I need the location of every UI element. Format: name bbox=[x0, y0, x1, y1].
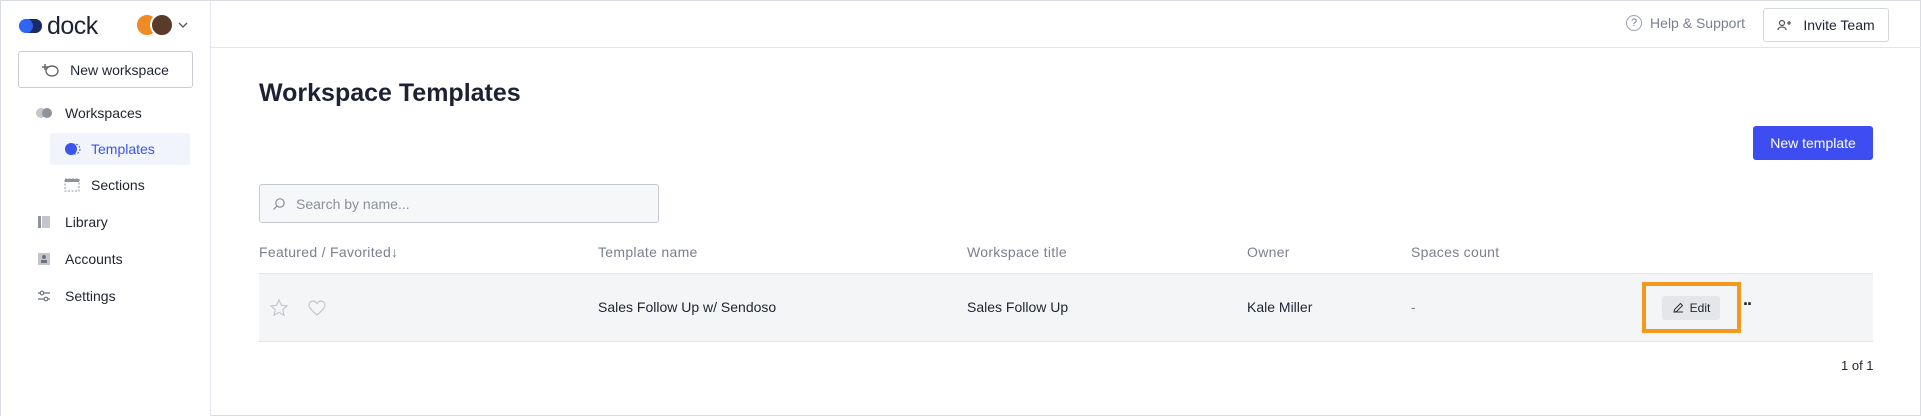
sidebar-item-library[interactable]: Library bbox=[35, 207, 195, 237]
invite-team-button[interactable]: Invite Team bbox=[1763, 8, 1889, 42]
pencil-icon bbox=[1673, 302, 1683, 313]
new-template-button[interactable]: New template bbox=[1753, 126, 1873, 160]
more-options-icon[interactable]: ·· bbox=[1743, 295, 1753, 313]
pagination-label: 1 of 1 bbox=[1841, 358, 1874, 373]
column-header-workspace-title[interactable]: Workspace title bbox=[967, 244, 1067, 260]
search-icon bbox=[273, 197, 285, 210]
help-icon: ? bbox=[1626, 15, 1643, 31]
edit-button[interactable]: Edit bbox=[1662, 296, 1720, 320]
sections-icon bbox=[63, 177, 81, 193]
add-user-icon bbox=[1777, 19, 1792, 31]
sidebar-item-settings[interactable]: Settings bbox=[35, 281, 195, 311]
column-header-owner[interactable]: Owner bbox=[1247, 244, 1290, 260]
column-header-spaces-count[interactable]: Spaces count bbox=[1411, 244, 1499, 260]
sidebar-item-accounts[interactable]: Accounts bbox=[35, 244, 195, 274]
workspace-title-cell: Sales Follow Up bbox=[967, 299, 1069, 315]
app-name: dock bbox=[47, 12, 98, 40]
library-icon bbox=[35, 214, 53, 230]
dock-logo[interactable]: dock bbox=[17, 13, 98, 39]
invite-label: Invite Team bbox=[1803, 17, 1875, 33]
chevron-down-icon bbox=[178, 22, 188, 28]
account-switcher[interactable] bbox=[135, 13, 188, 37]
spaces-count-cell: - bbox=[1411, 299, 1416, 315]
workspaces-icon bbox=[35, 105, 53, 121]
app-window: dock New workspace Workspaces Templates … bbox=[0, 0, 1921, 416]
top-bar: ? Help & Support Invite Team bbox=[211, 1, 1921, 48]
sidebar-item-templates[interactable]: Templates bbox=[50, 133, 190, 165]
owner-cell: Kale Miller bbox=[1247, 299, 1313, 315]
help-support-link[interactable]: ? Help & Support bbox=[1626, 15, 1745, 31]
row-actions-featured bbox=[269, 298, 327, 318]
edit-label: Edit bbox=[1689, 301, 1711, 315]
sidebar-item-sections[interactable]: Sections bbox=[63, 170, 193, 200]
sidebar-item-label: Templates bbox=[91, 141, 155, 157]
heart-icon[interactable] bbox=[307, 298, 327, 318]
new-workspace-label: New workspace bbox=[70, 61, 169, 78]
accounts-icon bbox=[35, 251, 53, 267]
star-icon[interactable] bbox=[269, 298, 289, 318]
sidebar-item-workspaces[interactable]: Workspaces bbox=[35, 98, 195, 128]
sidebar-item-label: Library bbox=[65, 214, 108, 230]
new-workspace-button[interactable]: New workspace bbox=[18, 51, 193, 88]
sidebar-item-label: Accounts bbox=[65, 251, 123, 267]
help-label: Help & Support bbox=[1650, 15, 1745, 31]
dock-logo-icon bbox=[19, 19, 42, 33]
avatar bbox=[150, 13, 174, 37]
search-input[interactable] bbox=[296, 195, 636, 212]
sidebar: dock New workspace Workspaces Templates … bbox=[1, 1, 211, 416]
template-name-cell[interactable]: Sales Follow Up w/ Sendoso bbox=[598, 299, 776, 315]
settings-icon bbox=[35, 288, 53, 304]
sidebar-item-label: Settings bbox=[65, 288, 116, 304]
column-header-template-name[interactable]: Template name bbox=[598, 244, 698, 260]
new-workspace-icon bbox=[42, 63, 59, 77]
page-title: Workspace Templates bbox=[259, 79, 521, 107]
column-header-featured[interactable]: Featured / Favorited↓ bbox=[259, 244, 398, 260]
sidebar-item-label: Workspaces bbox=[65, 105, 142, 121]
table-row: Sales Follow Up w/ Sendoso Sales Follow … bbox=[259, 273, 1873, 342]
search-box[interactable] bbox=[259, 184, 659, 223]
templates-icon bbox=[63, 141, 81, 157]
sidebar-item-label: Sections bbox=[91, 177, 145, 193]
